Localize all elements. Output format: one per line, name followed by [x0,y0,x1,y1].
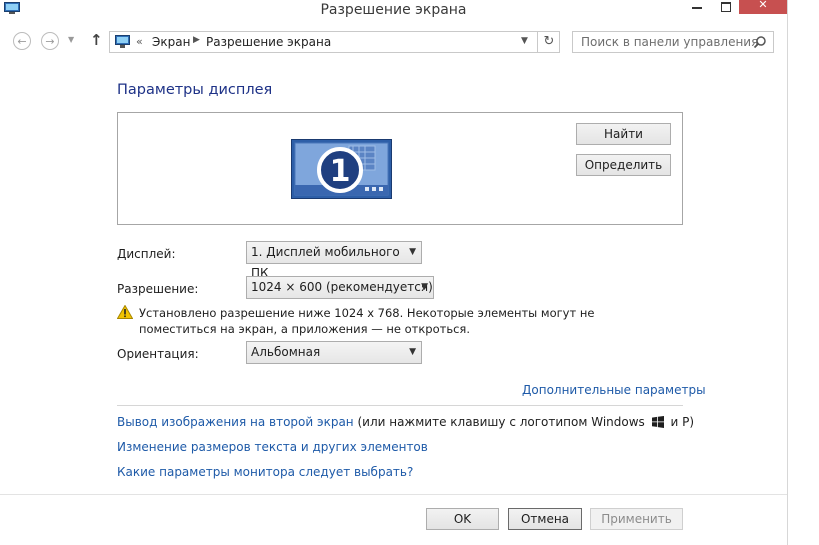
breadcrumb-screen-resolution[interactable]: Разрешение экрана [206,35,331,49]
chevron-down-icon: ▼ [421,282,428,292]
refresh-icon[interactable]: ↻ [537,32,560,52]
window-controls [683,0,787,14]
orientation-label: Ориентация: [117,347,199,361]
resolution-label: Разрешение: [117,282,199,296]
up-arrow-icon[interactable]: ↑ [90,31,103,49]
breadcrumb-separator-icon[interactable]: ▶ [193,35,200,45]
cancel-button[interactable]: Отмена [508,508,582,530]
title-bar: Разрешение экрана [0,0,787,20]
text-size-link[interactable]: Изменение размеров текста и других элеме… [117,440,428,454]
apply-button[interactable]: Применить [590,508,683,530]
screen-resolution-window: Разрешение экрана ← → ▼ ↑ « Экран ▶ Разр… [0,0,788,545]
maximize-button[interactable] [711,0,739,14]
search-icon[interactable] [753,35,767,49]
resolution-warning-text: Установлено разрешение ниже 1024 x 768. … [139,306,595,336]
address-bar[interactable]: « Экран ▶ Разрешение экрана ▼ ↻ [109,31,560,53]
identify-button[interactable]: Определить [576,154,671,176]
search-input[interactable]: Поиск в панели управления [572,31,774,53]
display-select-value: 1. Дисплей мобильного ПК [251,245,400,280]
back-button[interactable]: ← [13,32,31,50]
recent-pages-chevron-down-icon[interactable]: ▼ [68,35,74,44]
monitor-1-icon[interactable]: 1 [291,139,392,199]
orientation-select[interactable]: Альбомная ▼ [246,341,422,364]
advanced-settings-link[interactable]: Дополнительные параметры [522,383,706,397]
monitor-number: 1 [330,154,351,189]
search-placeholder: Поиск в панели управления [581,35,759,49]
window-title: Разрешение экрана [320,2,467,18]
chevron-down-icon: ▼ [409,347,416,357]
display-label: Дисплей: [117,247,176,261]
navigation-bar: ← → ▼ ↑ « Экран ▶ Разрешение экрана ▼ ↻ … [0,30,787,56]
close-button[interactable] [739,0,787,14]
address-dropdown-chevron-down-icon[interactable]: ▼ [521,36,528,46]
address-overflow-chevron[interactable]: « [136,35,143,48]
divider [117,405,683,406]
resolution-select[interactable]: 1024 × 600 (рекомендуется) ▼ [246,276,434,299]
footer-divider [0,494,787,495]
second-screen-row: Вывод изображения на второй экран (или н… [117,415,694,429]
windows-logo-icon [651,416,664,428]
second-screen-hint-start: (или нажмите клавишу с логотипом Windows [357,415,645,429]
display-control-panel-icon [115,35,130,48]
resolution-select-value: 1024 × 600 (рекомендуется) [251,280,433,294]
forward-button[interactable]: → [41,32,59,50]
find-button[interactable]: Найти [576,123,671,145]
chevron-down-icon: ▼ [409,247,416,257]
minimize-button[interactable] [683,0,711,14]
display-select[interactable]: 1. Дисплей мобильного ПК ▼ [246,241,422,280]
orientation-select-value: Альбомная [251,345,321,359]
second-screen-link[interactable]: Вывод изображения на второй экран [117,415,354,429]
warning-icon [117,305,133,319]
second-screen-hint-end: и P) [670,415,694,429]
breadcrumb-display[interactable]: Экран [152,35,190,49]
display-preview-panel: 1 Найти Определить [117,112,683,225]
ok-button[interactable]: OK [426,508,499,530]
page-title: Параметры дисплея [117,82,273,98]
monitor-settings-help-link[interactable]: Какие параметры монитора следует выбрать… [117,465,413,479]
